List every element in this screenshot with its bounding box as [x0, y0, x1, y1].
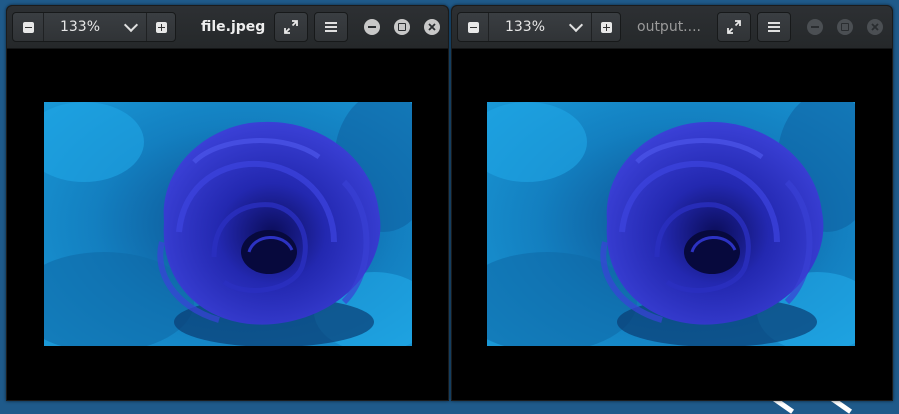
menu-button[interactable] [314, 12, 348, 42]
blue-rose-photo [44, 102, 412, 346]
fullscreen-icon [284, 20, 298, 34]
fullscreen-button[interactable] [274, 12, 308, 42]
zoom-in-button[interactable] [592, 13, 621, 41]
zoom-in-button[interactable] [147, 13, 176, 41]
zoom-in-icon [601, 21, 612, 33]
zoom-dropdown-button[interactable] [116, 13, 147, 41]
zoom-in-icon [156, 21, 167, 33]
maximize-button[interactable] [394, 19, 410, 35]
fullscreen-button[interactable] [717, 12, 751, 42]
close-icon [871, 23, 879, 31]
zoom-control: 133% [457, 12, 621, 42]
image-viewer-window-file[interactable]: 133% file.jpeg [6, 5, 449, 401]
chevron-down-icon [568, 17, 584, 32]
zoom-level[interactable]: 133% [489, 13, 561, 41]
close-icon [428, 23, 436, 31]
image-viewer-window-output[interactable]: 133% output.... [451, 5, 893, 401]
image-canvas[interactable] [487, 102, 855, 346]
minimize-button[interactable] [807, 19, 823, 35]
header-bar: 133% file.jpeg [7, 6, 448, 49]
zoom-out-button[interactable] [13, 13, 44, 41]
fullscreen-icon [727, 20, 741, 34]
chevron-down-icon [123, 17, 139, 32]
zoom-control: 133% [12, 12, 176, 42]
header-bar: 133% output.... [452, 6, 892, 49]
menu-icon [325, 22, 337, 32]
zoom-level[interactable]: 133% [44, 13, 116, 41]
close-button[interactable] [867, 19, 883, 35]
close-button[interactable] [424, 19, 440, 35]
zoom-out-button[interactable] [458, 13, 489, 41]
maximize-button[interactable] [837, 19, 853, 35]
blue-rose-photo [487, 102, 855, 346]
menu-button[interactable] [757, 12, 791, 42]
zoom-dropdown-button[interactable] [561, 13, 592, 41]
window-title: output.... [637, 19, 701, 35]
minimize-button[interactable] [364, 19, 380, 35]
zoom-out-icon [22, 21, 34, 33]
menu-icon [768, 22, 780, 32]
zoom-out-icon [467, 21, 479, 33]
image-canvas[interactable] [44, 102, 412, 346]
window-title: file.jpeg [201, 19, 266, 35]
